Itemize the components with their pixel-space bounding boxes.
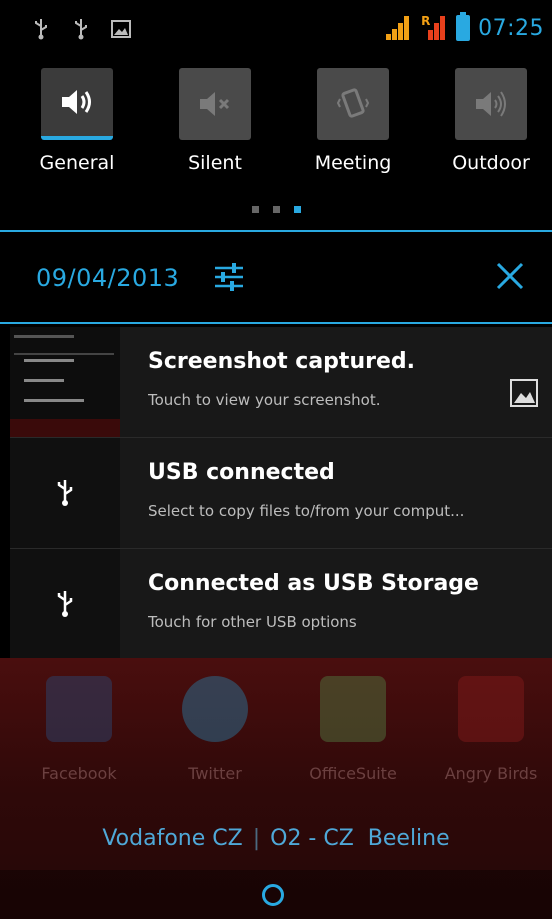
page-dot-active bbox=[293, 206, 301, 213]
officesuite-icon bbox=[320, 676, 386, 742]
notification-header: 09/04/2013 bbox=[0, 234, 552, 322]
app-officesuite: OfficeSuite bbox=[298, 676, 408, 783]
profile-general[interactable]: General bbox=[22, 68, 132, 174]
notification-title: Connected as USB Storage bbox=[148, 571, 479, 596]
notification-subtitle: Touch to view your screenshot. bbox=[148, 391, 381, 409]
signal-icon bbox=[384, 14, 412, 42]
notification-title: Screenshot captured. bbox=[148, 349, 415, 374]
mute-icon bbox=[179, 68, 251, 140]
app-facebook: Facebook bbox=[24, 676, 134, 783]
notification-subtitle: Select to copy files to/from your comput… bbox=[148, 502, 465, 520]
volume-icon bbox=[41, 68, 113, 140]
usb-icon bbox=[10, 438, 120, 548]
profile-meeting[interactable]: Meeting bbox=[298, 68, 408, 174]
image-icon bbox=[110, 18, 132, 40]
page-indicator bbox=[0, 206, 552, 213]
loud-volume-icon bbox=[455, 68, 527, 140]
app-angry-birds: Angry Birds bbox=[436, 676, 546, 783]
notification-screenshot[interactable]: Screenshot captured. Touch to view your … bbox=[10, 327, 552, 437]
roaming-signal-icon: R bbox=[420, 14, 448, 42]
app-label: Angry Birds bbox=[444, 764, 538, 783]
carrier-right: O2 - CZ Beeline bbox=[270, 826, 450, 851]
notification-title: USB connected bbox=[148, 460, 335, 485]
image-icon bbox=[510, 379, 538, 407]
divider bbox=[0, 230, 552, 232]
battery-icon bbox=[456, 12, 471, 41]
home-handle-icon[interactable] bbox=[262, 884, 284, 906]
app-twitter: Twitter bbox=[160, 676, 270, 783]
angry-birds-icon bbox=[458, 676, 524, 742]
vibrate-icon bbox=[317, 68, 389, 140]
status-bar: R 07:25 bbox=[0, 0, 552, 62]
carrier-label: Vodafone CZ | O2 - CZ Beeline bbox=[0, 826, 552, 851]
screenshot-thumbnail bbox=[10, 327, 120, 437]
profile-label: Meeting bbox=[314, 152, 392, 174]
app-label: Twitter bbox=[188, 764, 242, 783]
clock: 07:25 bbox=[478, 15, 544, 41]
notification-usb-connected[interactable]: USB connected Select to copy files to/fr… bbox=[10, 438, 552, 548]
date-label: 09/04/2013 bbox=[36, 264, 180, 292]
page-dot bbox=[272, 206, 280, 213]
settings-sliders-icon[interactable] bbox=[212, 260, 246, 294]
carrier-left: Vodafone CZ bbox=[102, 826, 243, 851]
page-dot bbox=[251, 206, 259, 213]
app-label: Facebook bbox=[41, 764, 117, 783]
audio-profiles: General Silent Meeting Outdoor bbox=[0, 62, 552, 232]
usb-icon bbox=[10, 549, 120, 659]
usb-icon bbox=[30, 18, 52, 40]
profile-label: Outdoor bbox=[452, 152, 530, 174]
profile-silent[interactable]: Silent bbox=[160, 68, 270, 174]
profile-label: General bbox=[39, 152, 115, 174]
carrier-separator: | bbox=[252, 826, 261, 851]
app-label: OfficeSuite bbox=[309, 764, 397, 783]
notification-usb-storage[interactable]: Connected as USB Storage Touch for other… bbox=[10, 549, 552, 659]
divider bbox=[0, 322, 552, 324]
profile-label: Silent bbox=[188, 152, 242, 174]
facebook-icon bbox=[46, 676, 112, 742]
notification-subtitle: Touch for other USB options bbox=[148, 613, 357, 631]
twitter-icon bbox=[182, 676, 248, 742]
close-icon[interactable] bbox=[492, 258, 528, 294]
profile-outdoor[interactable]: Outdoor bbox=[436, 68, 546, 174]
usb-icon bbox=[70, 18, 92, 40]
